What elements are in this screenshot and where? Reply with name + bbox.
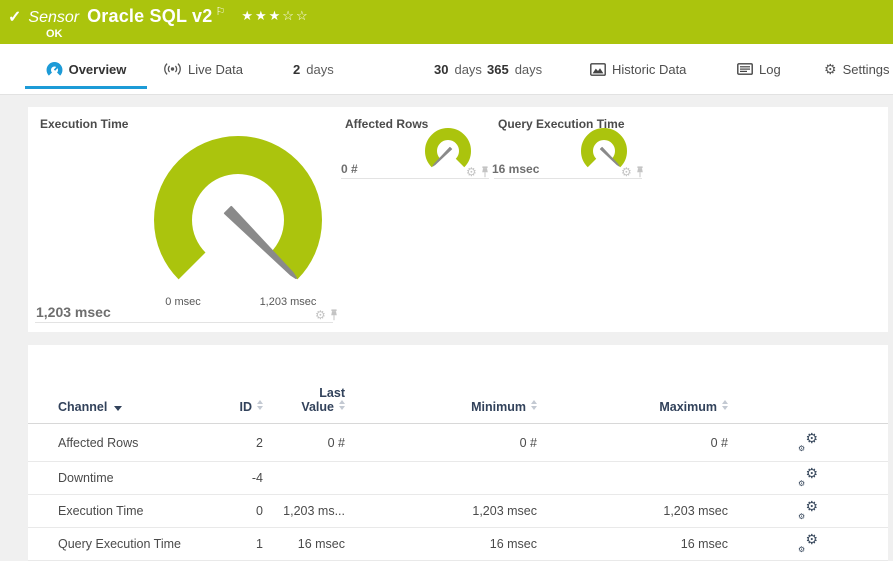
channel-name[interactable]: Execution Time	[28, 504, 188, 518]
tab-30-days-label: days	[454, 61, 482, 77]
divider	[341, 178, 489, 179]
tab-bar: Overview Live Data 2 days 30 days 365 da…	[0, 44, 893, 95]
gauge-gear-icon[interactable]: ⚙	[466, 166, 477, 178]
table-row: Downtime -4 ⚙ ⚙	[28, 462, 888, 495]
tab-365-days-number: 365	[487, 61, 509, 77]
channel-minimum: 0 #	[519, 435, 537, 450]
tab-live-data-label: Live Data	[188, 61, 243, 77]
channel-last-value: 0 #	[327, 435, 345, 450]
channel-last-value: 16 msec	[297, 537, 345, 551]
channel-maximum: 0 #	[710, 435, 728, 450]
channel-maximum: 1,203 msec	[663, 504, 728, 518]
chart-icon	[590, 62, 606, 76]
sensor-title: Oracle SQL v2	[87, 6, 213, 26]
gauge-scale-max: 1,203 msec	[259, 296, 317, 308]
tab-overview[interactable]: Overview	[25, 44, 147, 94]
object-kind-label: Sensor	[28, 9, 80, 26]
tab-30-days[interactable]: 30 days	[434, 44, 482, 94]
channel-name[interactable]: Downtime	[28, 471, 188, 485]
gauge-title-execution-time: Execution Time	[40, 117, 129, 131]
settings-gear-icon: ⚙	[824, 60, 837, 77]
log-list-icon	[737, 63, 753, 75]
table-row: Affected Rows 2 0 # 0 # 0 # ⚙ ⚙	[28, 424, 888, 462]
tab-2-days-label: days	[306, 61, 334, 77]
priority-stars[interactable]: ★★★☆☆	[241, 8, 309, 24]
channel-id: 1	[256, 537, 263, 551]
channel-settings-gears-icon[interactable]: ⚙ ⚙	[798, 531, 818, 554]
column-header-channel[interactable]: Channel	[28, 400, 188, 414]
table-header-row: Channel ID Last Value Minimum Maximum	[28, 345, 888, 424]
channel-last-value: 1,203 ms...	[283, 504, 345, 518]
sort-arrows-icon	[722, 400, 728, 410]
tab-log[interactable]: Log	[737, 44, 781, 94]
channel-minimum: 1,203 msec	[472, 504, 537, 518]
live-broadcast-icon	[163, 62, 182, 76]
channel-maximum: 16 msec	[680, 537, 728, 551]
channel-minimum: 16 msec	[489, 537, 537, 551]
channel-id: 2	[256, 435, 263, 450]
channel-table-panel: Channel ID Last Value Minimum Maximum Af…	[28, 345, 888, 561]
table-row: Execution Time 0 1,203 ms... 1,203 msec …	[28, 495, 888, 528]
column-header-minimum[interactable]: Minimum	[345, 400, 537, 414]
status-badge: OK	[46, 28, 63, 40]
execution-time-value: 1,203 msec	[36, 304, 111, 320]
tab-365-days-label: days	[514, 61, 543, 77]
tab-historic-data-label: Historic Data	[612, 61, 687, 77]
tab-settings-label: Settings	[842, 61, 890, 77]
channel-name[interactable]: Query Execution Time	[28, 537, 188, 551]
execution-time-gauge	[154, 136, 322, 280]
channel-settings-gears-icon[interactable]: ⚙ ⚙	[798, 430, 818, 453]
tab-settings[interactable]: ⚙ Settings	[824, 44, 890, 94]
tab-2-days-number: 2	[293, 61, 301, 77]
tab-365-days[interactable]: 365 days	[487, 44, 542, 94]
tab-overview-label: Overview	[68, 61, 127, 77]
tab-30-days-number: 30	[434, 61, 449, 77]
pin-icon[interactable]	[635, 166, 645, 178]
flag-icon[interactable]: ⚐	[215, 5, 225, 18]
divider	[35, 322, 333, 323]
tab-live-data[interactable]: Live Data	[163, 44, 243, 94]
channel-settings-gears-icon[interactable]: ⚙ ⚙	[798, 465, 818, 488]
column-header-maximum[interactable]: Maximum	[537, 400, 728, 414]
channel-id: 0	[256, 504, 263, 518]
sort-caret-down-icon	[114, 406, 123, 411]
column-header-id[interactable]: ID	[188, 400, 263, 414]
ok-check-icon: ✓	[8, 9, 22, 26]
pin-icon[interactable]	[480, 166, 490, 178]
gauge-actions: ⚙	[315, 309, 339, 321]
sensor-header: ✓ Sensor Oracle SQL v2 ⚐ ★★★☆☆ OK	[0, 0, 893, 44]
gauge-title-affected-rows: Affected Rows	[345, 117, 429, 131]
column-header-last-value[interactable]: Last Value	[263, 386, 345, 414]
affected-rows-value: 0 #	[341, 162, 358, 176]
gauge-gear-icon[interactable]: ⚙	[621, 166, 632, 178]
gauge-actions: ⚙	[621, 166, 645, 178]
gauge-gear-icon[interactable]: ⚙	[315, 309, 326, 321]
tab-historic-data[interactable]: Historic Data	[590, 44, 686, 94]
divider	[494, 178, 642, 179]
tab-log-label: Log	[759, 61, 781, 77]
channel-name[interactable]: Affected Rows	[28, 436, 188, 450]
gauges-panel: Execution Time 0 msec 1,203 msec 1,203 m…	[28, 107, 888, 332]
affected-rows-gauge	[425, 128, 471, 168]
gauge-scale-min: 0 msec	[165, 296, 201, 308]
query-execution-time-value: 16 msec	[492, 162, 540, 176]
gauge-actions: ⚙	[466, 166, 490, 178]
table-row: Query Execution Time 1 16 msec 16 msec 1…	[28, 528, 888, 561]
gauge-icon	[46, 61, 63, 78]
tab-2-days[interactable]: 2 days	[293, 44, 334, 94]
channel-id: -4	[251, 471, 263, 485]
pin-icon[interactable]	[329, 309, 339, 321]
channel-settings-gears-icon[interactable]: ⚙ ⚙	[798, 498, 818, 521]
